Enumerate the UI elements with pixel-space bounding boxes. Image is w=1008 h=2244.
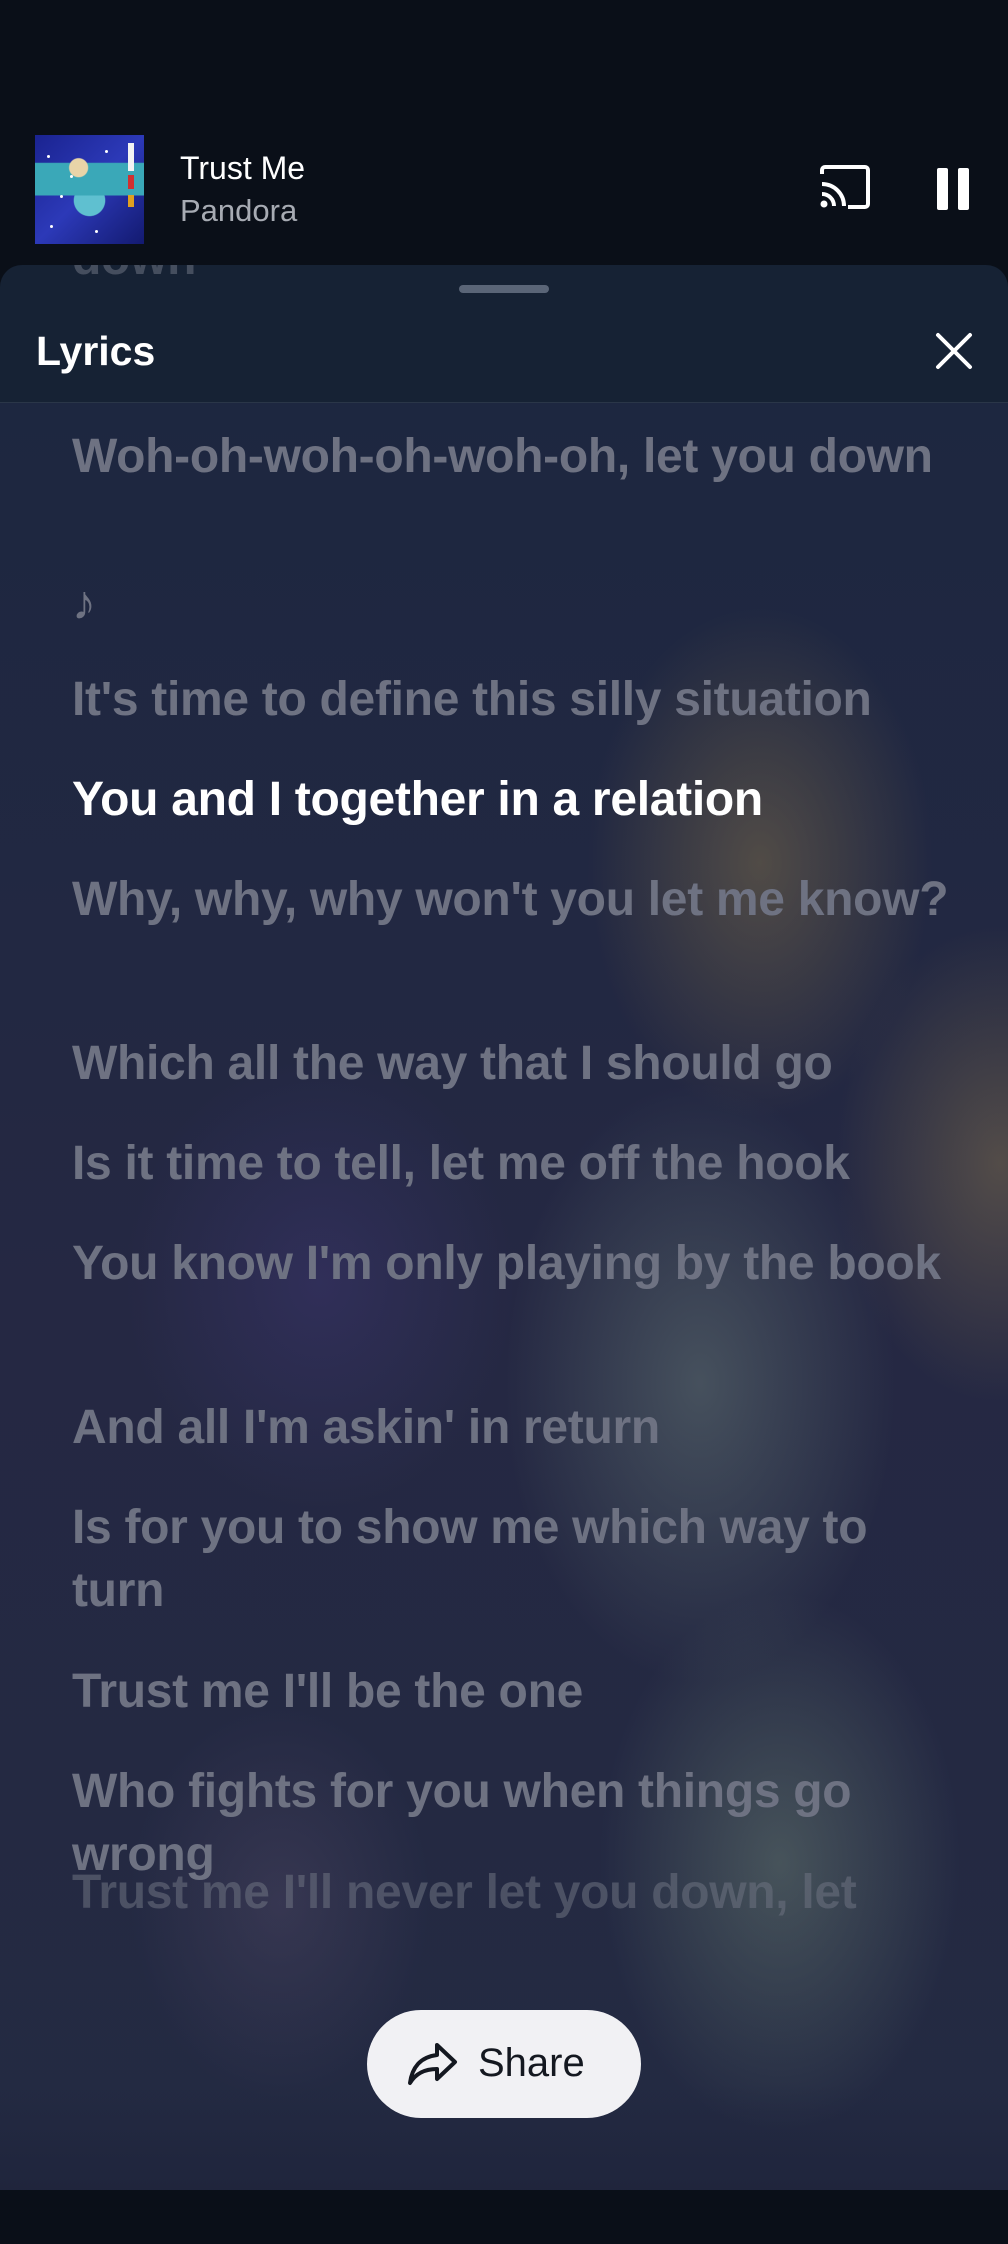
- lyric-line-current[interactable]: You and I together in a relation: [72, 768, 952, 831]
- pause-icon: [937, 168, 969, 210]
- system-navigation-bar: [0, 2190, 1008, 2244]
- song-artist[interactable]: Pandora: [180, 193, 297, 229]
- lyrics-header: Lyrics: [0, 305, 1008, 403]
- close-button[interactable]: [934, 331, 974, 371]
- lyric-line[interactable]: You know I'm only playing by the book: [72, 1232, 952, 1295]
- lyrics-screen: Trust Me Pandora Lyrics Woh-oh-woh-oh-wo…: [0, 0, 1008, 2244]
- song-title[interactable]: Trust Me: [180, 150, 305, 187]
- lyric-line[interactable]: Trust me I'll never let you down, let: [72, 1861, 952, 1924]
- lyric-line[interactable]: Woh-oh-woh-oh-woh-oh, let you down: [72, 425, 952, 488]
- share-icon: [408, 2043, 457, 2085]
- share-button[interactable]: Share: [367, 2010, 641, 2118]
- lyric-line[interactable]: Trust me I'll be the one: [72, 1660, 952, 1723]
- lyrics-sheet: Lyrics downWoh-oh-woh-oh-woh-ohWoh-oh-wo…: [0, 265, 1008, 2190]
- close-icon: [936, 333, 972, 369]
- lyric-line[interactable]: Why, why, why won't you let me know?: [72, 868, 952, 931]
- lyric-line[interactable]: It's time to define this silly situation: [72, 668, 952, 731]
- lyrics-title: Lyrics: [36, 328, 156, 374]
- album-art[interactable]: [35, 135, 144, 244]
- cast-icon[interactable]: [818, 164, 872, 210]
- lyric-line[interactable]: Which all the way that I should go: [72, 1032, 952, 1095]
- pause-button[interactable]: [936, 168, 970, 210]
- now-playing-bar[interactable]: Trust Me Pandora: [0, 120, 1008, 260]
- share-label: Share: [478, 2041, 585, 2085]
- lyric-line[interactable]: down: [72, 265, 952, 290]
- lyric-line[interactable]: Is for you to show me which way to turn: [72, 1496, 952, 1622]
- lyric-line[interactable]: Is it time to tell, let me off the hook: [72, 1132, 952, 1195]
- lyric-line[interactable]: And all I'm askin' in return: [72, 1396, 952, 1459]
- lyric-line[interactable]: ♪: [72, 572, 952, 635]
